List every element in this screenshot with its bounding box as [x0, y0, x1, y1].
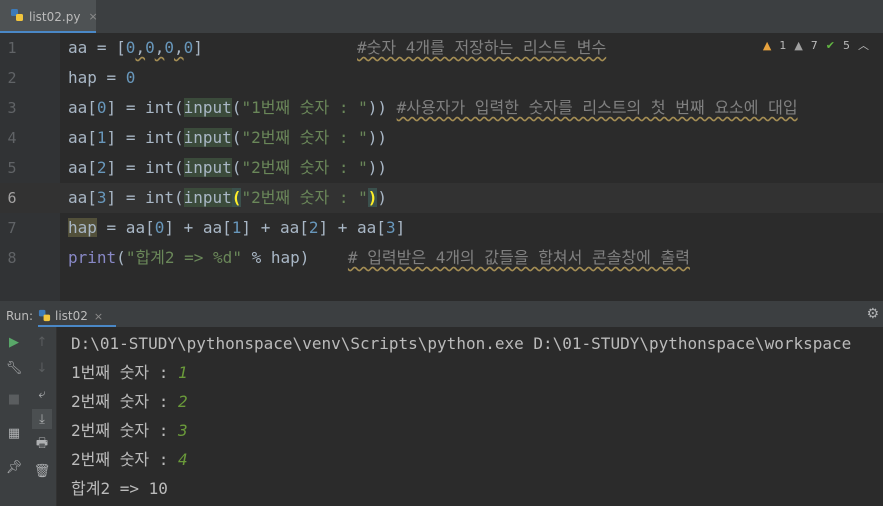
user-input: 4	[178, 450, 188, 469]
close-tab-icon[interactable]: ×	[88, 10, 97, 23]
wrench-icon[interactable]: 🔧︎	[4, 358, 24, 378]
scroll-to-end-icon[interactable]: ⤓	[32, 409, 52, 429]
run-label: Run:	[6, 309, 34, 323]
code-text: print("합계2 => %d" % hap) # 입력받은 4개의 값들을 …	[68, 248, 690, 267]
print-icon[interactable]: 🖶︎	[32, 435, 52, 455]
code-line-4[interactable]: 4 aa[1] = int(input("2번째 숫자 : "))	[0, 123, 883, 153]
line-number: 3	[7, 99, 17, 117]
console-result: 합계2 => 10	[71, 479, 168, 498]
code-text: hap = aa[0] + aa[1] + aa[2] + aa[3]	[68, 218, 406, 237]
code-text: aa[3] = int(input("2번째 숫자 : "))	[68, 188, 388, 207]
stop-icon[interactable]: ■	[4, 389, 24, 409]
arrow-down-icon[interactable]: ↓	[32, 358, 52, 378]
run-tab-label: list02	[55, 309, 88, 323]
gear-icon[interactable]: ⚙	[866, 306, 879, 322]
code-line-7[interactable]: 7 hap = aa[0] + aa[1] + aa[2] + aa[3]	[0, 213, 883, 243]
console-line: 2번째 숫자 : 3	[71, 421, 188, 440]
code-line-6-current[interactable]: 6 aa[3] = int(input("2번째 숫자 : "))	[0, 183, 883, 213]
line-number: 4	[7, 129, 17, 147]
code-comment: #숫자 4개를 저장하는 리스트 변수	[357, 38, 607, 57]
line-number: 5	[7, 159, 17, 177]
code-text: hap = 0	[68, 68, 136, 87]
close-run-tab-icon[interactable]: ×	[94, 310, 103, 323]
line-number: 7	[7, 219, 17, 237]
line-number: 1	[7, 39, 17, 57]
code-editor[interactable]: ▲ 1 ▲ 7 ✔ 5 ︿ 1 aa = [0,0,0,0] #숫자 4개를 저장하는…	[0, 33, 883, 301]
line-number: 2	[7, 69, 17, 87]
python-run-icon	[38, 307, 51, 326]
console-command: D:\01-STUDY\pythonspace\venv\Scripts\pyt…	[71, 334, 852, 353]
user-input: 1	[178, 363, 188, 382]
editor-tab-list02[interactable]: list02.py ×	[0, 0, 98, 33]
run-console[interactable]: D:\01-STUDY\pythonspace\venv\Scripts\pyt…	[57, 327, 883, 506]
rerun-icon[interactable]: ▶	[4, 332, 24, 352]
console-line: 2번째 숫자 : 2	[71, 392, 188, 411]
user-input: 2	[178, 392, 188, 411]
line-number: 6	[7, 189, 17, 207]
run-toolbar-secondary: ↑ ↓ ⤶ ⤓ 🖶︎ 🗑︎	[28, 327, 57, 506]
code-line-5[interactable]: 5 aa[2] = int(input("2번째 숫자 : "))	[0, 153, 883, 183]
editor-tab-bar: list02.py ×	[0, 0, 883, 34]
code-text: aa[1] = int(input("2번째 숫자 : "))	[68, 128, 388, 147]
pin-icon[interactable]: 📌︎	[4, 457, 24, 477]
run-toolbar-primary: ▶ 🔧︎ ■ ▦ 📌︎	[0, 327, 28, 506]
code-text: aa[0] = int(input("1번째 숫자 : ")) #사용자가 입력…	[68, 98, 798, 117]
code-line-1[interactable]: 1 aa = [0,0,0,0] #숫자 4개를 저장하는 리스트 변수	[0, 33, 883, 63]
code-comment: # 입력받은 4개의 값들을 합쳐서 콘솔창에 출력	[347, 248, 690, 267]
user-input: 3	[178, 421, 188, 440]
python-file-icon	[10, 7, 24, 26]
run-panel-header: Run: list02 × ⚙	[0, 305, 883, 328]
code-line-8[interactable]: 8 print("합계2 => %d" % hap) # 입력받은 4개의 값들…	[0, 243, 883, 273]
code-line-3[interactable]: 3 aa[0] = int(input("1번째 숫자 : ")) #사용자가 …	[0, 93, 883, 123]
code-line-2[interactable]: 2 hap = 0	[0, 63, 883, 93]
layout-icon[interactable]: ▦	[4, 423, 24, 443]
trash-icon[interactable]: 🗑︎	[32, 461, 52, 481]
line-number: 8	[7, 249, 17, 267]
code-text: aa = [0,0,0,0] #숫자 4개를 저장하는 리스트 변수	[68, 38, 607, 57]
run-tab-list02[interactable]: list02 ×	[38, 305, 116, 327]
console-line: 2번째 숫자 : 4	[71, 450, 188, 469]
code-text: aa[2] = int(input("2번째 숫자 : "))	[68, 158, 388, 177]
soft-wrap-icon[interactable]: ⤶	[32, 384, 52, 404]
editor-tab-label: list02.py	[29, 9, 81, 24]
console-line: 1번째 숫자 : 1	[71, 363, 188, 382]
arrow-up-icon[interactable]: ↑	[32, 332, 52, 352]
code-comment: #사용자가 입력한 숫자를 리스트의 첫 번째 요소에 대입	[396, 98, 798, 117]
